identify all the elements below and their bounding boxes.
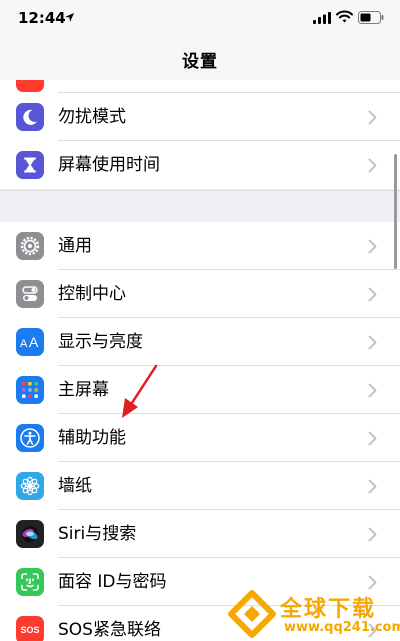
sos-icon: SOS	[16, 616, 44, 641]
row-label: 面容 ID与密码	[58, 572, 167, 592]
chevron-right-icon	[368, 383, 377, 398]
gear-icon	[16, 232, 44, 260]
chevron-right-icon	[368, 431, 377, 446]
wifi-icon	[336, 10, 353, 23]
settings-row-control-center[interactable]: 控制中心	[0, 270, 400, 318]
chevron-right-icon	[368, 239, 377, 254]
row-icon	[16, 80, 44, 92]
scroll-indicator[interactable]	[394, 154, 397, 269]
home-screen-grid-icon	[16, 376, 44, 404]
accessibility-icon	[16, 424, 44, 452]
watermark-logo	[228, 590, 276, 638]
settings-row-home-screen[interactable]: 主屏幕	[0, 366, 400, 414]
row-label: 显示与亮度	[58, 332, 143, 352]
row-label: 辅助功能	[58, 428, 126, 448]
battery-icon	[358, 11, 384, 24]
sos-badge-text: SOS	[20, 625, 40, 635]
chevron-right-icon	[368, 287, 377, 302]
siri-icon	[16, 520, 44, 548]
location-arrow-icon	[65, 13, 74, 22]
status-time: 12:44	[18, 9, 66, 27]
text-size-icon: A A	[16, 328, 44, 356]
settings-row-do-not-disturb[interactable]: 勿扰模式	[0, 93, 400, 141]
row-label: 控制中心	[58, 284, 126, 304]
settings-row-siri-search[interactable]: Siri与搜索	[0, 510, 400, 558]
face-id-icon	[16, 568, 44, 596]
chevron-right-icon	[368, 527, 377, 542]
settings-list[interactable]: 勿扰模式 屏幕使用时间 通用 控制中心 A A 显示与亮度 主屏幕 辅助功能 墙…	[0, 80, 400, 641]
row-label: 主屏幕	[58, 380, 109, 400]
chevron-right-icon	[368, 110, 377, 125]
red-arrow-icon	[122, 364, 158, 418]
row-label: 墙纸	[58, 476, 92, 496]
watermark-title: 全球下载	[280, 597, 377, 622]
settings-row-screen-time[interactable]: 屏幕使用时间	[0, 141, 400, 189]
signal-bars-icon	[313, 12, 331, 24]
settings-row-general[interactable]: 通用	[0, 222, 400, 270]
settings-row-display-brightness[interactable]: A A 显示与亮度	[0, 318, 400, 366]
chevron-right-icon	[368, 479, 377, 494]
partially-hidden-row[interactable]	[0, 80, 400, 93]
section-separator	[0, 190, 400, 225]
watermark-url: www.qq241.com	[284, 620, 400, 635]
row-label: Siri与搜索	[58, 524, 137, 544]
navigation-bar: 设置	[0, 38, 400, 80]
toggles-icon	[16, 280, 44, 308]
svg-text:A: A	[20, 338, 28, 350]
flower-icon	[16, 472, 44, 500]
moon-icon	[16, 103, 44, 131]
page-title: 设置	[182, 51, 218, 72]
row-label: 屏幕使用时间	[58, 155, 160, 175]
row-label: 通用	[58, 236, 92, 256]
chevron-right-icon	[368, 335, 377, 350]
settings-row-accessibility[interactable]: 辅助功能	[0, 414, 400, 462]
chevron-right-icon	[368, 158, 377, 173]
hourglass-icon	[16, 151, 44, 179]
status-bar: 12:44	[0, 0, 400, 38]
svg-text:A: A	[29, 334, 39, 350]
row-label: SOS紧急联络	[58, 620, 161, 640]
settings-row-wallpaper[interactable]: 墙纸	[0, 462, 400, 510]
watermark: 全球下载 www.qq241.com	[224, 588, 400, 641]
row-label: 勿扰模式	[58, 107, 126, 127]
